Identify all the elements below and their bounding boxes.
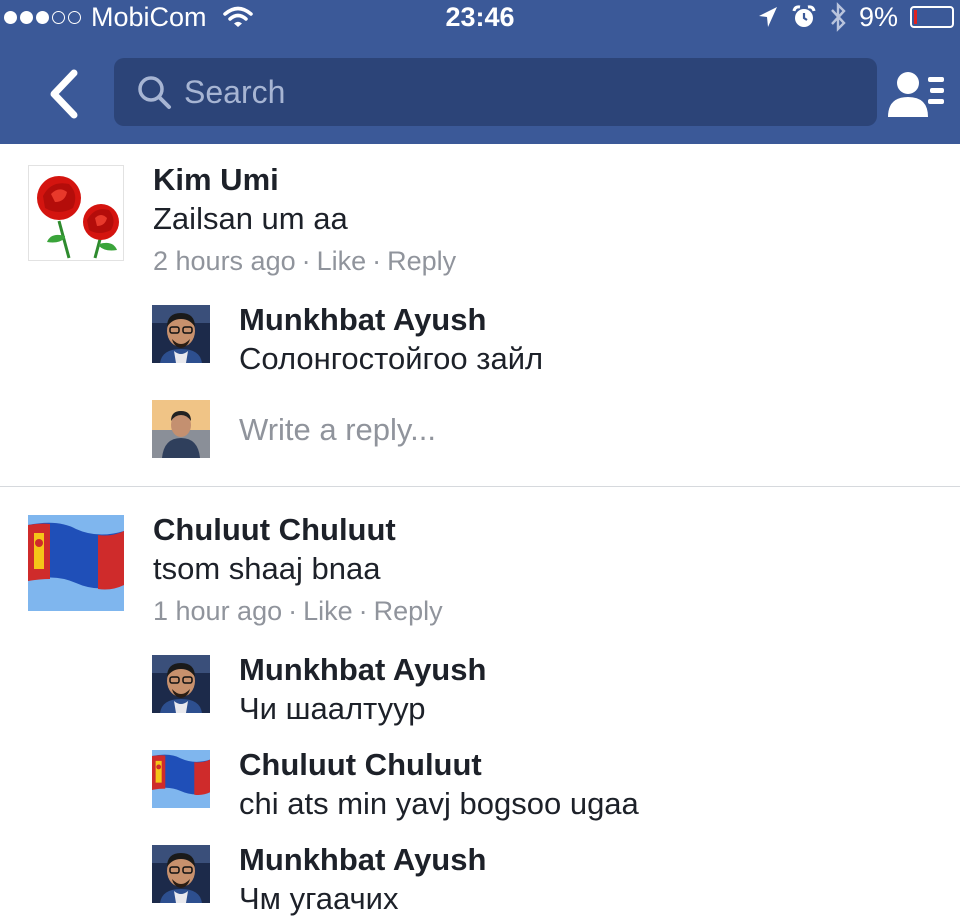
avatar[interactable] <box>28 165 124 261</box>
back-chevron-icon <box>50 69 78 119</box>
separator-dot: · <box>372 246 382 276</box>
status-right: 9% <box>757 0 954 34</box>
search-input[interactable] <box>184 73 864 111</box>
reply-link[interactable]: Reply <box>374 596 443 627</box>
status-bar: MobiCom 23:46 9% <box>0 0 960 34</box>
mongolian-flag-avatar-image <box>152 750 210 808</box>
avatar[interactable] <box>152 750 210 808</box>
own-avatar-image <box>152 400 210 458</box>
location-arrow-icon <box>758 7 777 27</box>
comment-text: tsom shaaj bnaa <box>153 551 381 586</box>
comment-text: Zailsan um aa <box>153 201 348 236</box>
like-link[interactable]: Like <box>317 246 367 277</box>
separator-dot: · <box>358 596 368 626</box>
reply-author[interactable]: Munkhbat Ayush <box>239 652 486 688</box>
back-button[interactable] <box>38 66 88 122</box>
like-link[interactable]: Like <box>303 596 353 627</box>
roses-avatar-image <box>29 166 124 261</box>
navigation-row <box>0 48 960 138</box>
man-avatar-image <box>152 305 210 363</box>
write-reply-input[interactable]: Write a reply... <box>239 412 436 448</box>
separator-dot: · <box>288 596 298 626</box>
comment-meta: 2 hours ago · Like · Reply <box>153 246 456 277</box>
comment-meta: 1 hour ago · Like · Reply <box>153 596 443 627</box>
reply-author[interactable]: Chuluut Chuluut <box>239 747 482 783</box>
top-bar: MobiCom 23:46 9% <box>0 0 960 144</box>
separator-dot: · <box>301 246 311 276</box>
comment-author[interactable]: Kim Umi <box>153 162 279 198</box>
avatar[interactable] <box>152 305 210 363</box>
reply-text: Чи шаалтуур <box>239 691 426 726</box>
man-avatar-image <box>152 845 210 903</box>
avatar[interactable] <box>152 845 210 903</box>
reply-text: Чм угаачих <box>239 881 399 916</box>
reply-text: Солонгостойгоо зайл <box>239 341 544 376</box>
comment-timestamp[interactable]: 2 hours ago <box>153 246 296 277</box>
reply-author[interactable]: Munkhbat Ayush <box>239 842 486 878</box>
comment-author[interactable]: Chuluut Chuluut <box>153 512 396 548</box>
own-avatar <box>152 400 210 458</box>
battery-percentage: 9% <box>858 1 898 32</box>
battery-level-fill <box>914 10 917 24</box>
reply-text: chi ats min yavj bogsoo ugaa <box>239 786 639 821</box>
friends-list-icon <box>888 72 944 117</box>
avatar[interactable] <box>152 655 210 713</box>
search-bar[interactable] <box>114 58 877 126</box>
friends-list-button[interactable] <box>886 66 948 122</box>
reply-author[interactable]: Munkhbat Ayush <box>239 302 486 338</box>
avatar[interactable] <box>28 515 124 611</box>
comment-timestamp[interactable]: 1 hour ago <box>153 596 282 627</box>
man-avatar-image <box>152 655 210 713</box>
mongolian-flag-avatar-image <box>28 515 124 611</box>
alarm-icon <box>792 5 816 27</box>
reply-link[interactable]: Reply <box>387 246 456 277</box>
divider <box>0 486 960 487</box>
battery-icon <box>910 6 954 28</box>
search-icon <box>138 76 171 109</box>
bluetooth-icon <box>831 2 846 32</box>
